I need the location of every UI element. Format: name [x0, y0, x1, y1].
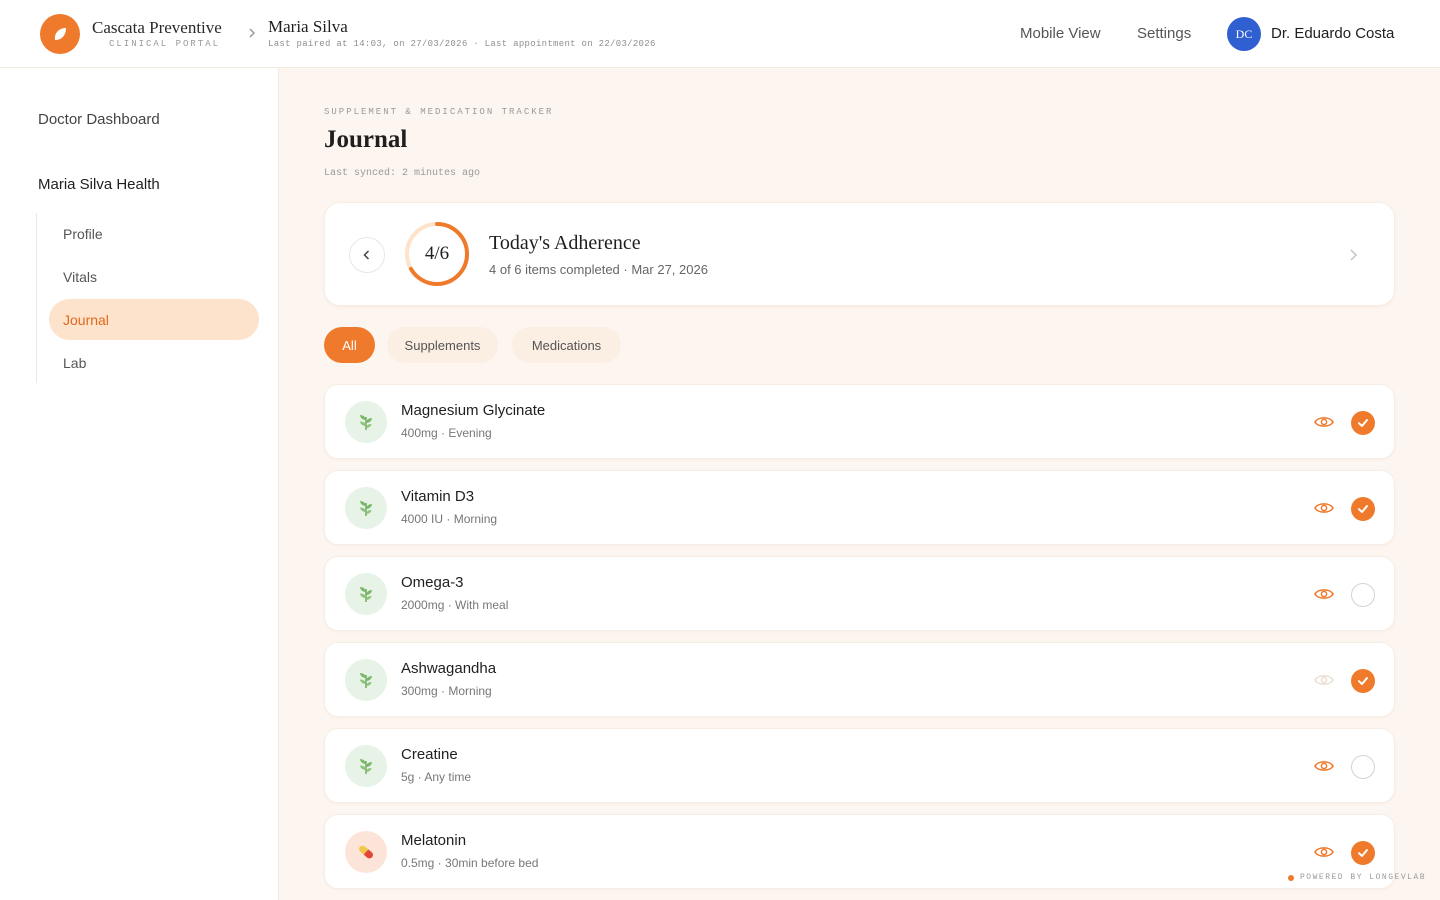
brand: Cascata Preventive CLINICAL PORTAL	[92, 17, 222, 49]
eye-icon	[1314, 761, 1334, 771]
item-detail: 400mg · Evening	[401, 426, 492, 440]
item-checked-toggle[interactable]	[1351, 497, 1375, 521]
item-name: Magnesium Glycinate	[401, 402, 546, 419]
item-unchecked-toggle[interactable]	[1351, 583, 1375, 607]
item-name: Melatonin	[401, 832, 467, 849]
page-eyebrow: SUPPLEMENT & MEDICATION TRACKER	[324, 107, 554, 117]
item-checked-toggle[interactable]	[1351, 669, 1375, 693]
leaf-logo-icon	[54, 28, 66, 40]
eye-icon	[1314, 503, 1334, 513]
view-item-button[interactable]	[1313, 412, 1335, 432]
brand-logo[interactable]	[40, 14, 80, 54]
item-detail: 5g · Any time	[401, 770, 472, 784]
eye-icon	[1314, 589, 1334, 599]
view-item-button[interactable]	[1313, 670, 1335, 690]
sidebar-item-vitals[interactable]: Vitals	[49, 256, 259, 297]
patient-name: Maria Silva	[268, 17, 348, 36]
page-title: Journal	[324, 126, 408, 153]
sidebar-item-journal[interactable]: Journal	[49, 299, 259, 340]
sidebar-doctor-dashboard[interactable]: Doctor Dashboard	[38, 111, 160, 128]
eye-icon	[1314, 417, 1334, 427]
sidebar-divider	[36, 213, 37, 383]
adherence-subtitle: 4 of 6 items completed · Mar 27, 2026	[489, 262, 708, 277]
sidebar: Doctor Dashboard Maria Silva Health Prof…	[0, 68, 279, 900]
patient-meta: Last paired at 14:03, on 27/03/2026 · La…	[268, 39, 656, 49]
powered-by: POWERED BY LONGEVLAB	[1288, 873, 1426, 882]
item-name: Omega-3	[401, 574, 464, 591]
journal-item[interactable]: Creatine 5g · Any time	[324, 728, 1395, 803]
journal-item[interactable]: Omega-3 2000mg · With meal	[324, 556, 1395, 631]
item-type-badge	[345, 745, 387, 787]
item-name: Ashwagandha	[401, 660, 497, 677]
view-item-button[interactable]	[1313, 756, 1335, 776]
mobile-view-link[interactable]: Mobile View	[1020, 25, 1101, 42]
previous-day-button[interactable]	[349, 237, 385, 273]
journal-item[interactable]: Melatonin 0.5mg · 30min before bed	[324, 814, 1395, 889]
leaf-icon	[360, 759, 372, 774]
filter-supplements[interactable]: Supplements	[387, 327, 498, 363]
adherence-card: 4/6 Today's Adherence 4 of 6 items compl…	[324, 202, 1395, 306]
leaf-icon	[360, 415, 372, 430]
filter-medications[interactable]: Medications	[512, 327, 621, 363]
pill-icon	[359, 845, 373, 859]
item-detail: 4000 IU · Morning	[401, 512, 498, 526]
filter-all[interactable]: All	[324, 327, 375, 363]
chevron-left-icon	[363, 250, 370, 260]
doctor-name[interactable]: Dr. Eduardo Costa	[1271, 25, 1394, 42]
last-synced: Last synced: 2 minutes ago	[324, 168, 481, 179]
powered-by-label: POWERED BY LONGEVLAB	[1300, 873, 1427, 882]
view-item-button[interactable]	[1313, 584, 1335, 604]
check-icon	[1358, 849, 1368, 857]
chevron-right-icon	[249, 28, 256, 38]
item-detail: 2000mg · With meal	[401, 598, 509, 612]
item-type-badge	[345, 401, 387, 443]
settings-link[interactable]: Settings	[1137, 25, 1191, 42]
next-day-button[interactable]	[1343, 245, 1363, 265]
check-icon	[1358, 505, 1368, 513]
item-type-badge	[345, 831, 387, 873]
sidebar-item-profile[interactable]: Profile	[49, 213, 259, 254]
item-detail: 0.5mg · 30min before bed	[401, 856, 539, 870]
view-item-button[interactable]	[1313, 842, 1335, 862]
brand-subtitle: CLINICAL PORTAL	[109, 39, 221, 49]
adherence-title: Today's Adherence	[489, 232, 641, 254]
item-checked-toggle[interactable]	[1351, 411, 1375, 435]
eye-icon	[1314, 847, 1334, 857]
item-name: Vitamin D3	[401, 488, 475, 505]
item-detail: 300mg · Morning	[401, 684, 492, 698]
leaf-icon	[360, 501, 372, 516]
item-type-badge	[345, 659, 387, 701]
breadcrumb-patient: Maria Silva Last paired at 14:03, on 27/…	[268, 16, 656, 50]
avatar[interactable]: DC	[1227, 17, 1261, 51]
leaf-icon	[360, 587, 372, 602]
item-type-badge	[345, 487, 387, 529]
leaf-icon	[360, 673, 372, 688]
top-header: Cascata Preventive CLINICAL PORTAL Maria…	[0, 0, 1440, 68]
item-checked-toggle[interactable]	[1351, 841, 1375, 865]
journal-item[interactable]: Vitamin D3 4000 IU · Morning	[324, 470, 1395, 545]
eye-icon	[1314, 675, 1334, 685]
journal-item[interactable]: Ashwagandha 300mg · Morning	[324, 642, 1395, 717]
check-icon	[1358, 419, 1368, 427]
item-unchecked-toggle[interactable]	[1351, 755, 1375, 779]
item-type-badge	[345, 573, 387, 615]
item-name: Creatine	[401, 746, 458, 763]
brand-name: Cascata Preventive	[92, 18, 222, 37]
view-item-button[interactable]	[1313, 498, 1335, 518]
sidebar-item-lab[interactable]: Lab	[49, 342, 259, 383]
check-icon	[1358, 677, 1368, 685]
adherence-ring-label: 4/6	[424, 243, 450, 264]
status-dot	[1288, 874, 1294, 881]
sidebar-section-title[interactable]: Maria Silva Health	[38, 176, 160, 193]
journal-item[interactable]: Magnesium Glycinate 400mg · Evening	[324, 384, 1395, 459]
